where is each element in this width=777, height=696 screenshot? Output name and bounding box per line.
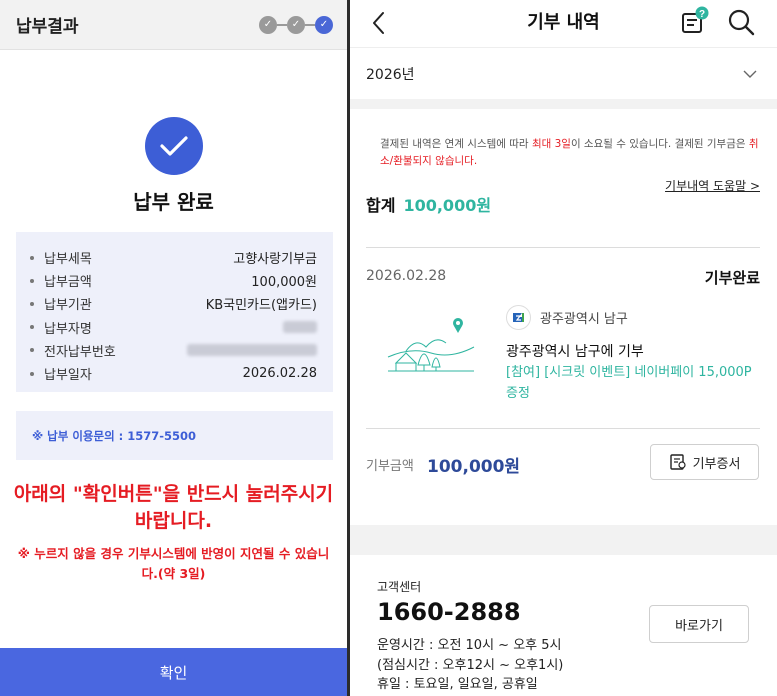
info-row-payer-name: 납부자명 <box>30 316 317 339</box>
payment-notice: 결제된 내역은 연계 시스템에 따라 최대 3일이 소요될 수 있습니다. 결제… <box>380 136 760 170</box>
step-indicator: ✓ ✓ ✓ <box>259 15 333 34</box>
help-document-icon[interactable]: ? <box>680 6 710 36</box>
customer-center-phone: 1660-2888 <box>377 598 521 626</box>
landscape-illustration-icon <box>386 313 476 373</box>
info-row-payment-date: 납부일자 2026.02.28 <box>30 362 317 385</box>
confirm-button[interactable]: 확인 <box>0 648 347 696</box>
total-label: 합계 <box>366 196 396 215</box>
bullet-dot <box>30 301 34 306</box>
bullet-dot <box>30 278 34 283</box>
page-title: 납부결과 <box>16 17 79 37</box>
total-summary: 합계 100,000원 <box>366 192 491 216</box>
left-header: 납부결과 ✓ ✓ ✓ <box>0 0 347 50</box>
step-3-check-icon: ✓ <box>315 15 333 34</box>
organization-name: 광주광역시 남구 <box>540 312 628 327</box>
notice-highlight: 최대 3일 <box>531 138 571 150</box>
record-date: 2026.02.28 <box>366 268 447 284</box>
info-label: 전자납부번호 <box>44 344 116 360</box>
hours-line: (점심시간 : 오후12시 ~ 오후1시) <box>377 657 564 673</box>
year-value: 2026년 <box>366 67 415 83</box>
info-label: 납부자명 <box>44 321 92 337</box>
info-row-amount: 납부금액 100,000원 <box>30 269 317 292</box>
payment-result-panel: 납부결과 ✓ ✓ ✓ 납부 완료 납부세목 고향사랑기부금 납부금액 100,0… <box>0 0 347 696</box>
certificate-label: 기부증서 <box>692 455 741 471</box>
notice-text: 이 소요될 수 있습니다. 결제된 기부금은 <box>570 138 749 150</box>
step-connector <box>305 23 315 26</box>
step-2-check-icon: ✓ <box>287 15 305 34</box>
bullet-dot <box>30 371 34 376</box>
donation-amount-label: 기부금액 <box>366 459 414 474</box>
info-value: KB국민카드(앱카드) <box>205 298 317 314</box>
page-title: 기부 내역 <box>527 12 600 33</box>
section-divider <box>350 525 777 555</box>
donation-certificate-button[interactable]: 기부증서 <box>650 444 759 480</box>
event-text: [참여] [시크릿 이벤트] 네이버페이 15,000P 증정 <box>506 365 752 401</box>
blurred-payment-number <box>187 344 317 357</box>
svg-text:?: ? <box>699 9 705 20</box>
step-connector <box>277 23 287 26</box>
info-value: 100,000원 <box>251 275 317 291</box>
bullet-dot <box>30 348 34 353</box>
divider <box>366 247 760 248</box>
blurred-payer-name <box>283 321 317 334</box>
right-header: 기부 내역 ? <box>350 0 777 48</box>
bullet-dot <box>30 325 34 330</box>
section-divider <box>350 99 777 109</box>
customer-center-title: 고객센터 <box>377 580 422 594</box>
info-label: 납부일자 <box>44 368 92 384</box>
donation-help-link[interactable]: 기부내역 도움말 > <box>665 177 760 194</box>
notice-text: 결제된 내역은 연계 시스템에 따라 <box>380 138 532 150</box>
info-value: 고향사랑기부금 <box>233 252 317 268</box>
go-shortcut-button[interactable]: 바로가기 <box>649 605 749 643</box>
organization-row: 광주광역시 남구 <box>506 305 628 330</box>
info-label: 납부기관 <box>44 298 92 314</box>
year-dropdown[interactable]: 2026년 <box>350 49 777 99</box>
chevron-down-icon <box>743 70 757 78</box>
warning-sub-text: ※ 누르지 않을 경우 기부시스템에 반영이 지연될 수 있습니다.(약 3일) <box>17 546 330 581</box>
donation-amount: 100,000원 <box>427 457 521 477</box>
payment-complete-title: 납부 완료 <box>133 190 214 214</box>
divider <box>366 428 760 429</box>
total-amount: 100,000원 <box>403 196 492 215</box>
hours-line: 휴일 : 토요일, 일요일, 공휴일 <box>377 677 538 692</box>
warning-main-text: 아래의 "확인버튼"을 반드시 눌러주시기 바랍니다. <box>13 483 334 532</box>
donation-title: 광주광역시 남구에 기부 <box>506 344 644 360</box>
payment-info-box: 납부세목 고향사랑기부금 납부금액 100,000원 납부기관 KB국민카드(앱… <box>16 232 333 392</box>
info-row-institution: 납부기관 KB국민카드(앱카드) <box>30 292 317 315</box>
success-check-icon <box>145 117 203 175</box>
info-value: 2026.02.28 <box>242 366 317 382</box>
organization-logo-icon <box>506 305 531 330</box>
info-row-payment-number: 전자납부번호 <box>30 339 317 362</box>
step-1-check-icon: ✓ <box>259 15 277 34</box>
bullet-dot <box>30 255 34 260</box>
info-label: 납부세목 <box>44 252 92 268</box>
search-icon[interactable] <box>726 7 756 37</box>
payment-inquiry: ※ 납부 이용문의 : 1577-5500 <box>16 411 333 460</box>
customer-center-hours: 운영시간 : 오전 10시 ~ 오후 5시 (점심시간 : 오후12시 ~ 오후… <box>377 636 563 695</box>
donation-history-panel: 기부 내역 ? 2026년 결제된 내역은 연계 시스템에 따라 최대 3일이 … <box>350 0 777 696</box>
info-label: 납부금액 <box>44 275 92 291</box>
record-status: 기부완료 <box>704 269 760 287</box>
info-row-tax-item: 납부세목 고향사랑기부금 <box>30 246 317 269</box>
hours-line: 운영시간 : 오전 10시 ~ 오후 5시 <box>377 638 562 653</box>
certificate-icon <box>669 454 686 470</box>
